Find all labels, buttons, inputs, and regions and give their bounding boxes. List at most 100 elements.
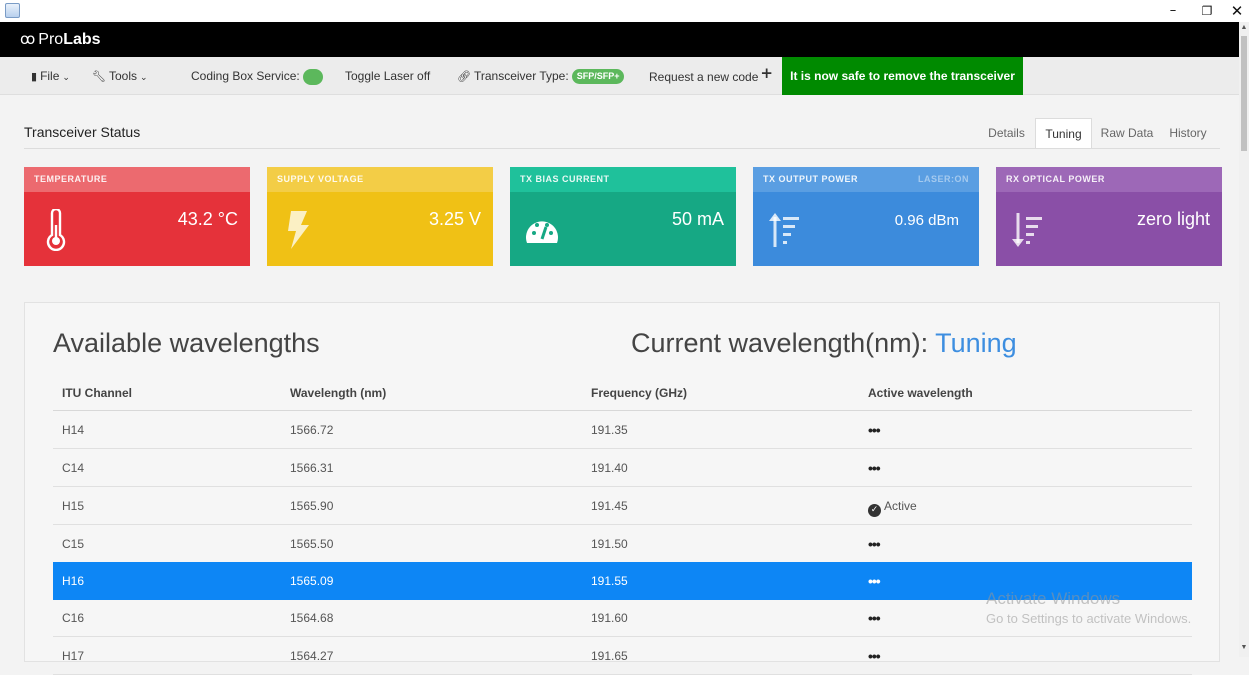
rx-optical-power-card: RX Optical Power zero light <box>996 167 1222 266</box>
channel-cell: H15 <box>62 499 85 513</box>
scroll-up-arrow-icon[interactable]: ▲ <box>1239 24 1249 31</box>
toggle-laser-button[interactable]: Toggle Laser off <box>345 57 430 95</box>
table-row[interactable]: H17 1564.27 191.65 ••• <box>53 637 1192 675</box>
temperature-card: Temperature 43.2 °C <box>24 167 250 266</box>
laser-status: LASER:ON <box>918 174 969 184</box>
gauge-icon <box>526 221 558 243</box>
prolabs-logo-icon: ꝏ <box>20 30 36 48</box>
tx-bias-label: TX Bias Current <box>510 167 736 192</box>
active-status: ✓ Active <box>868 487 917 525</box>
available-wavelengths-title: Available wavelengths <box>53 328 320 358</box>
maximize-button[interactable]: ❐ <box>1192 2 1222 20</box>
channel-cell: H17 <box>62 649 85 663</box>
chevron-down-icon: ⌄ <box>139 73 148 83</box>
java-app-icon <box>5 3 20 18</box>
active-label: Active <box>884 499 917 513</box>
channel-cell: C15 <box>62 537 85 551</box>
channel-cell: H16 <box>62 574 85 588</box>
current-wavelength-label: Current wavelength(nm): <box>631 328 929 358</box>
tx-output-power-label: TX Output Power <box>763 174 858 184</box>
rx-optical-power-value: zero light <box>1136 209 1210 229</box>
brand-bar: ꝏ ProLabs <box>0 22 1239 57</box>
tx-output-power-card: TX Output Power LASER:ON 0.96 dBm <box>753 167 979 266</box>
vertical-scrollbar[interactable]: ▲ ▼ <box>1239 22 1249 657</box>
scroll-down-arrow-icon[interactable]: ▼ <box>1239 644 1249 651</box>
supply-voltage-label: Supply Voltage <box>267 167 493 192</box>
temperature-value: 43.2 °C <box>177 209 238 229</box>
request-code-button[interactable]: Request a new code + <box>649 57 773 95</box>
tab-tuning[interactable]: Tuning <box>1035 118 1092 149</box>
tx-output-power-value: 0.96 dBm <box>894 212 959 229</box>
file-menu[interactable]: ▮ File ⌄ <box>31 57 70 95</box>
wavelength-cell: 1565.09 <box>290 574 334 588</box>
chevron-down-icon: ⌄ <box>62 73 70 83</box>
table-row[interactable]: H14 1566.72 191.35 ••• <box>53 411 1192 449</box>
supply-voltage-card: Supply Voltage 3.25 V <box>267 167 493 266</box>
tab-details[interactable]: Details <box>978 118 1035 149</box>
frequency-cell: 191.55 <box>591 574 628 588</box>
column-itu-channel: ITU Channel <box>62 386 133 400</box>
table-row[interactable]: C15 1565.50 191.50 ••• <box>53 525 1192 563</box>
tab-raw-data[interactable]: Raw Data <box>1094 118 1160 149</box>
activate-windows-watermark: Activate Windows Go to Settings to activ… <box>986 589 1191 626</box>
link-icon: 🔗︎ <box>457 70 471 83</box>
frequency-cell: 191.65 <box>591 649 628 663</box>
tab-history[interactable]: History <box>1162 118 1214 149</box>
set-wavelength-button[interactable]: ••• <box>868 637 881 675</box>
safe-to-remove-banner: It is now safe to remove the transceiver <box>782 57 1023 95</box>
column-wavelength: Wavelength (nm) <box>290 386 387 400</box>
frequency-cell: 191.35 <box>591 423 628 437</box>
table-row[interactable]: C14 1566.31 191.40 ••• <box>53 449 1192 487</box>
watermark-line2: Go to Settings to activate Windows. <box>986 611 1192 626</box>
wavelength-cell: 1566.31 <box>290 461 334 475</box>
tools-label: Tools <box>108 69 137 83</box>
wavelength-cell: 1566.72 <box>290 423 334 437</box>
brand-logo[interactable]: ꝏ ProLabs <box>20 30 101 49</box>
brand-bold: Labs <box>63 31 101 48</box>
channel-cell: C14 <box>62 461 85 475</box>
set-wavelength-button[interactable]: ••• <box>868 562 881 600</box>
frequency-cell: 191.45 <box>591 499 628 513</box>
tools-menu[interactable]: 🔧︎ Tools ⌄ <box>92 57 148 95</box>
tx-output-power-header: TX Output Power LASER:ON <box>753 167 979 192</box>
tx-bias-value: 50 mA <box>671 209 724 229</box>
temperature-label: Temperature <box>24 167 250 192</box>
channel-cell: C16 <box>62 611 85 625</box>
set-wavelength-button[interactable]: ••• <box>868 599 881 637</box>
minimize-button[interactable]: – <box>1158 2 1188 20</box>
transceiver-type-label: Transceiver Type: <box>473 69 569 83</box>
wavelength-cell: 1565.50 <box>290 537 334 551</box>
coding-box-service[interactable]: Coding Box Service: <box>191 57 323 95</box>
channel-cell: H14 <box>62 423 85 437</box>
tx-bias-card: TX Bias Current 50 mA <box>510 167 736 266</box>
wrench-icon: 🔧︎ <box>92 70 106 83</box>
watermark-line1: Activate Windows <box>986 589 1121 608</box>
plus-icon: + <box>760 64 773 82</box>
thermometer-icon <box>46 209 66 251</box>
section-divider <box>24 148 1220 149</box>
wavelength-table-header: ITU Channel Wavelength (nm) Frequency (G… <box>53 373 1192 411</box>
current-wavelength-value: Tuning <box>935 328 1017 358</box>
set-wavelength-button[interactable]: ••• <box>868 449 881 487</box>
check-circle-icon: ✓ <box>868 504 881 517</box>
coding-box-label: Coding Box Service: <box>191 69 300 83</box>
wavelength-cell: 1565.90 <box>290 499 334 513</box>
frequency-cell: 191.60 <box>591 611 628 625</box>
supply-voltage-value: 3.25 V <box>428 209 481 229</box>
column-active-wavelength: Active wavelength <box>868 386 973 400</box>
scrollbar-thumb[interactable] <box>1241 36 1247 151</box>
frequency-cell: 191.40 <box>591 461 628 475</box>
transceiver-type-badge: SFP/SFP+ <box>571 69 625 85</box>
frequency-cell: 191.50 <box>591 537 628 551</box>
set-wavelength-button[interactable]: ••• <box>868 411 881 449</box>
table-row[interactable]: H15 1565.90 191.45 ✓ Active <box>53 487 1192 525</box>
close-button[interactable]: ✕ <box>1222 2 1249 20</box>
file-label: File <box>40 69 60 83</box>
column-frequency: Frequency (GHz) <box>591 386 688 400</box>
request-code-label: Request a new code <box>649 70 759 84</box>
wavelength-cell: 1564.27 <box>290 649 334 663</box>
section-title: Transceiver Status <box>24 124 141 140</box>
set-wavelength-button[interactable]: ••• <box>868 525 881 563</box>
transceiver-type[interactable]: 🔗︎ Transceiver Type: SFP/SFP+ <box>457 57 625 95</box>
sort-up-icon <box>769 213 799 247</box>
